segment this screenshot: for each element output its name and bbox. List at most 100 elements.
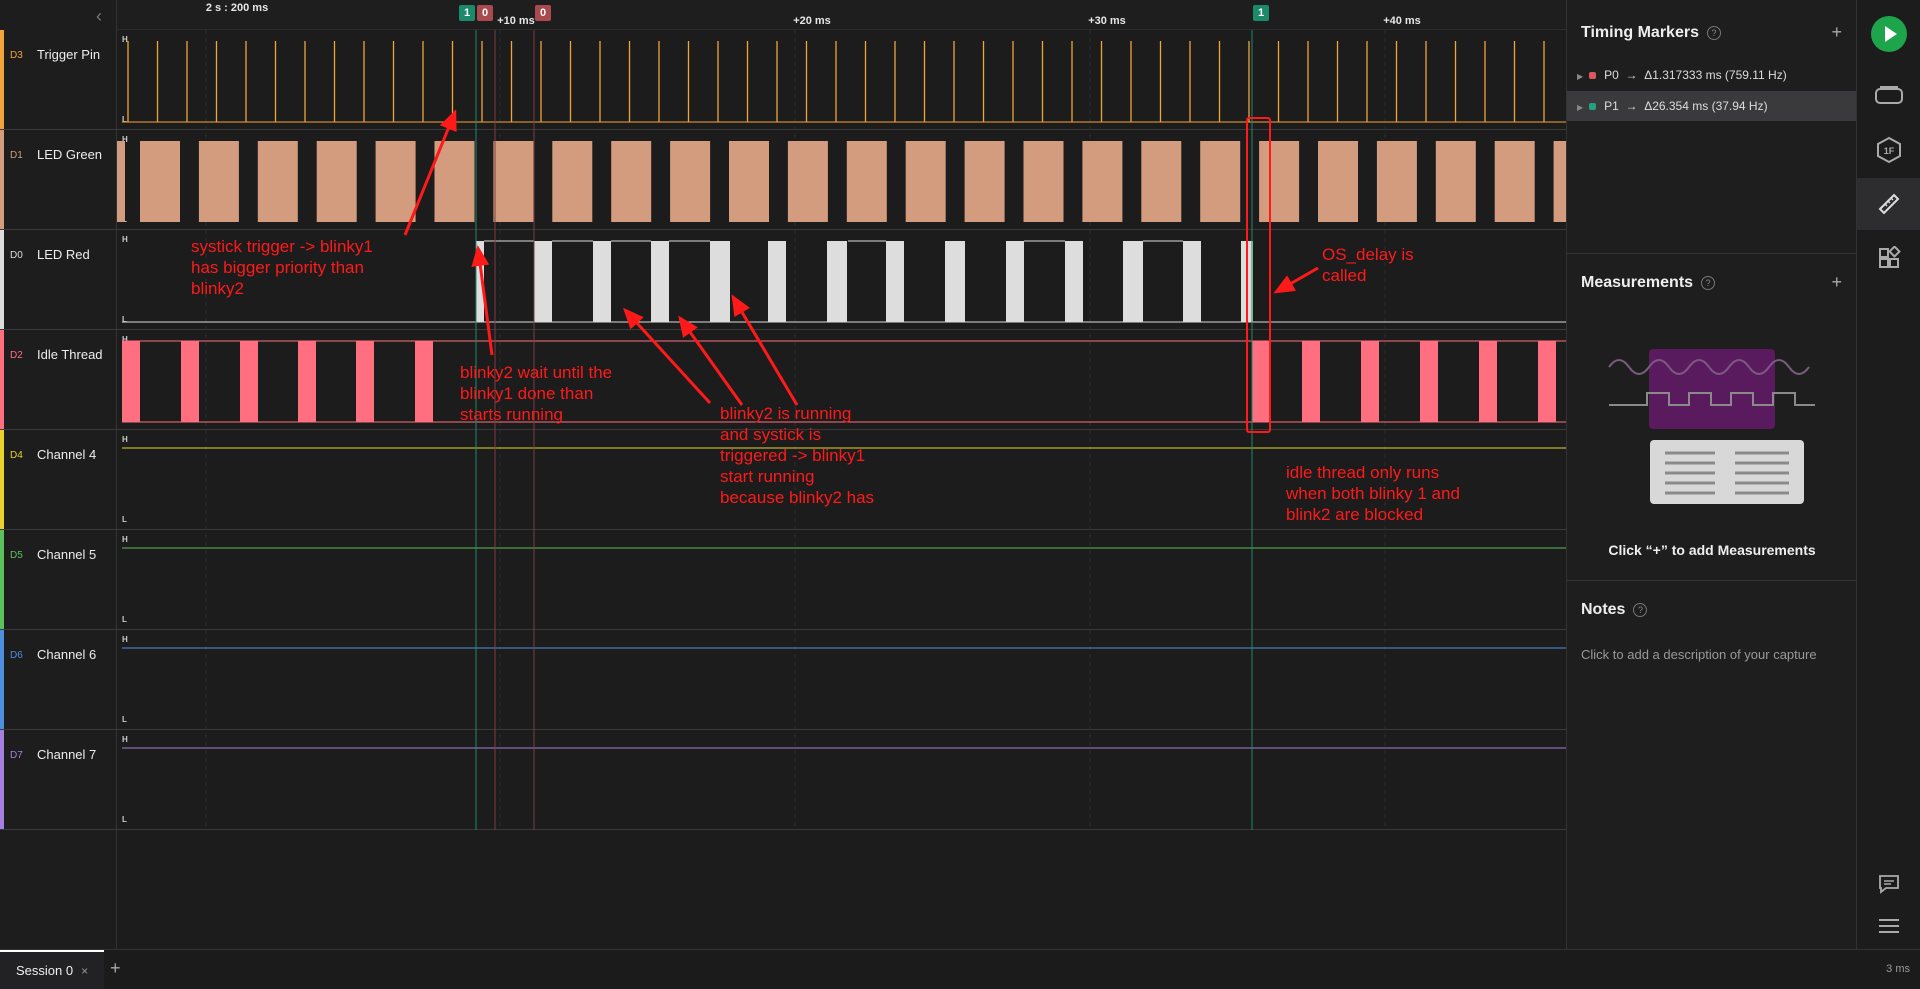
- idle-pulse: [1479, 341, 1497, 422]
- play-icon: [1871, 16, 1907, 52]
- led-green-pulse: [1023, 141, 1064, 222]
- marker-row-p0[interactable]: ▶ P0 → Δ1.317333 ms (759.11 Hz): [1567, 60, 1857, 90]
- zoom-level: 3 ms: [1886, 963, 1910, 975]
- analyzer-icon: 1F: [1877, 136, 1901, 164]
- bottom-bar: Session 0 × + 3 ms: [0, 949, 1920, 989]
- marker-color-icon: [1589, 103, 1597, 110]
- device-icon: [1875, 86, 1903, 104]
- led-green-pulse: [964, 141, 1005, 222]
- notes-input[interactable]: Click to add a description of your captu…: [1581, 647, 1817, 662]
- led-green-pulse: [375, 141, 416, 222]
- idle-pulse: [298, 341, 316, 422]
- timing-markers-title: Timing Markers?: [1581, 24, 1721, 42]
- led-red-pulse: [710, 241, 730, 322]
- led-green-pulse: [729, 141, 769, 222]
- idle-pulse: [1302, 341, 1320, 422]
- add-measurement-button[interactable]: +: [1831, 272, 1842, 293]
- led-green-pulse: [905, 141, 946, 222]
- led-green-pulse: [434, 141, 475, 222]
- led-red-pulse: [1123, 241, 1143, 322]
- annotation-blinky2-wait: blinky2 wait until the blinky1 done than s…: [460, 363, 613, 424]
- annotation-arrow: [731, 294, 799, 406]
- waveform-area[interactable]: 2 s : 200 ms +10 ms +20 ms +30 ms +40 ms…: [0, 0, 1566, 949]
- idle-pulse: [122, 341, 140, 422]
- annotation-idle-thread: idle thread only runs when both blinky 1 …: [1286, 463, 1460, 524]
- device-button[interactable]: [1857, 70, 1920, 122]
- led-red-pulse: [593, 241, 611, 322]
- annotation-blinky2-running: blinky2 is running and systick is triggere…: [720, 404, 875, 507]
- led-green-pulse: [493, 141, 534, 222]
- measurements-illustration: [1608, 349, 1815, 504]
- idle-pulse: [1361, 341, 1379, 422]
- led-green-pulse: [117, 141, 125, 222]
- led-red-pulse: [1006, 241, 1024, 322]
- led-green-pulse: [1141, 141, 1182, 222]
- logic-analyzer-app: 2 s : 200 ms +10 ms +20 ms +30 ms +40 ms…: [0, 0, 1920, 989]
- menu-button[interactable]: [1857, 900, 1920, 952]
- led-green-pulse: [198, 141, 239, 222]
- led-green-pulse: [846, 141, 887, 222]
- led-green-pulse: [787, 141, 828, 222]
- led-green-pulse: [1553, 141, 1566, 222]
- help-icon[interactable]: ?: [1633, 602, 1648, 617]
- annotation-arrow: [678, 315, 744, 406]
- idle-pulse: [240, 341, 258, 422]
- annotation-arrow: [1273, 266, 1319, 294]
- idle-pulse: [181, 341, 199, 422]
- led-green-pulse: [1494, 141, 1535, 222]
- annotation-arrow: [622, 307, 712, 405]
- led-green-pulse: [670, 141, 711, 222]
- led-green-pulse: [611, 141, 652, 222]
- idle-pulse: [1252, 341, 1270, 422]
- led-green-pulse: [140, 141, 180, 222]
- extensions-icon: [1879, 246, 1901, 268]
- led-red-pulse: [534, 241, 552, 322]
- close-icon[interactable]: ×: [81, 964, 88, 978]
- extensions-button[interactable]: [1857, 232, 1920, 284]
- led-red-pulse: [945, 241, 965, 322]
- annotation-systick: systick trigger -> blinky1 has bigger pri…: [191, 237, 373, 298]
- idle-pulse: [415, 341, 433, 422]
- annotation-os-delay: OS_delay is called: [1322, 245, 1414, 285]
- timing-ruler-button[interactable]: [1857, 178, 1920, 230]
- play-button[interactable]: [1857, 8, 1920, 60]
- measurements-title: Measurements?: [1581, 274, 1716, 292]
- led-red-pulse: [768, 241, 786, 322]
- marker-color-icon: [1589, 72, 1597, 79]
- svg-text:1F: 1F: [1884, 146, 1895, 156]
- marker-row-p1[interactable]: ▶ P1 → Δ26.354 ms (37.94 Hz): [1567, 91, 1857, 121]
- led-red-pulse: [1065, 241, 1083, 322]
- led-green-pulse: [1082, 141, 1123, 222]
- led-green-pulse: [1318, 141, 1358, 222]
- side-panel: Timing Markers? + ▶ P0 → Δ1.317333 ms (75…: [1566, 0, 1857, 949]
- led-green-pulse: [257, 141, 298, 222]
- menu-icon: [1879, 919, 1899, 933]
- ruler-icon: [1878, 193, 1900, 215]
- chat-icon: [1879, 875, 1899, 894]
- add-session-button[interactable]: +: [110, 958, 121, 979]
- led-green-pulse: [1200, 141, 1241, 222]
- led-red-pulse: [886, 241, 904, 322]
- led-green-pulse: [1376, 141, 1417, 222]
- expand-icon[interactable]: ▶: [1577, 72, 1583, 81]
- analyzers-button[interactable]: 1F: [1857, 124, 1920, 176]
- led-green-pulse: [552, 141, 593, 222]
- expand-icon[interactable]: ▶: [1577, 103, 1583, 112]
- add-marker-button[interactable]: +: [1831, 22, 1842, 43]
- divider: [1567, 580, 1857, 581]
- led-green-pulse: [1259, 141, 1300, 222]
- help-icon[interactable]: ?: [1706, 25, 1721, 40]
- help-icon[interactable]: ?: [1701, 275, 1716, 290]
- led-green-pulse: [316, 141, 357, 222]
- divider: [1567, 253, 1857, 254]
- led-red-pulse: [651, 241, 669, 322]
- led-red-pulse: [827, 241, 847, 322]
- notes-title: Notes?: [1581, 601, 1648, 619]
- led-green-pulse: [1435, 141, 1476, 222]
- idle-pulse: [1538, 341, 1556, 422]
- led-red-pulse: [1183, 241, 1201, 322]
- idle-pulse: [1420, 341, 1438, 422]
- session-tab[interactable]: Session 0 ×: [0, 950, 105, 989]
- measurements-hint: Click “+” to add Measurements: [1608, 542, 1816, 558]
- idle-pulse: [356, 341, 374, 422]
